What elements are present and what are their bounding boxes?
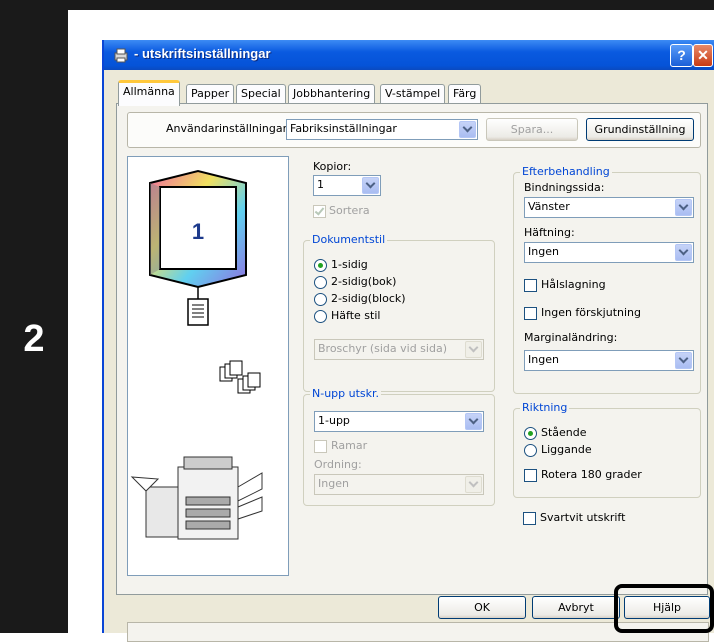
chevron-down-icon — [675, 244, 692, 261]
printer-preview-illustration: 1 — [130, 169, 263, 540]
chevron-down-icon — [465, 476, 482, 493]
ok-button[interactable]: OK — [438, 596, 526, 619]
margin-select[interactable]: Ingen — [524, 350, 694, 371]
border-checkbox[interactable] — [314, 440, 327, 453]
booklet-select[interactable]: Broschyr (sida vid sida) — [314, 339, 484, 360]
tab-v-stampel[interactable]: V-stämpel — [380, 84, 446, 103]
tab-papper[interactable]: Papper — [186, 84, 235, 103]
radio-hafte-stil[interactable] — [314, 310, 327, 323]
chevron-down-icon — [675, 352, 692, 369]
portrait-label: Stående — [541, 426, 587, 439]
title-bar[interactable]: - utskriftsinställningar ? ✕ — [104, 40, 714, 70]
preview-page-number: 1 — [192, 219, 204, 244]
chevron-down-icon — [675, 199, 692, 216]
step-number: 2 — [23, 318, 45, 360]
step-sidebar — [0, 0, 68, 633]
binding-label: Bindningssida: — [524, 181, 605, 194]
spin-arrows-icon[interactable] — [362, 177, 379, 194]
document-icon — [187, 298, 209, 326]
collate-checkbox[interactable] — [313, 205, 326, 218]
option-hafte-stil-label: Häfte stil — [331, 309, 381, 322]
close-button[interactable]: ✕ — [693, 44, 713, 67]
chevron-down-icon — [465, 413, 482, 430]
binding-value: Vänster — [528, 200, 570, 213]
staple-select[interactable]: Ingen — [524, 242, 694, 263]
n-up-value: 1-upp — [318, 414, 350, 427]
booklet-value: Broschyr (sida vid sida) — [318, 342, 447, 355]
document-style-title: Dokumentstil — [310, 233, 388, 246]
bw-print-checkbox[interactable] — [523, 512, 536, 525]
chevron-down-icon — [459, 121, 476, 138]
radio-portrait[interactable] — [524, 427, 537, 440]
copies-spinner[interactable]: 1 — [313, 175, 381, 196]
border-label: Ramar — [331, 439, 368, 452]
n-up-group: N-upp utskr. 1-upp Ramar Ordning: Ingen — [303, 387, 495, 506]
binding-select[interactable]: Vänster — [524, 197, 694, 218]
radio-2-sidig-bok[interactable] — [314, 276, 327, 289]
order-select[interactable]: Ingen — [314, 474, 484, 495]
save-button[interactable]: Spara... — [486, 118, 578, 141]
document-style-group: Dokumentstil 1-sidig 2-sidig(bok) 2-sidi… — [303, 233, 495, 392]
rotate-180-label: Rotera 180 grader — [541, 468, 642, 481]
option-2-sidig-block-label: 2-sidig(block) — [331, 292, 406, 305]
help-button-highlight — [614, 584, 714, 633]
bw-print-label: Svartvit utskrift — [540, 511, 626, 524]
no-offset-label: Ingen förskjutning — [541, 306, 641, 319]
window-title: - utskriftsinställningar — [134, 46, 271, 61]
margin-value: Ingen — [528, 353, 559, 366]
order-value: Ingen — [318, 477, 349, 490]
tab-special[interactable]: Special — [236, 84, 286, 103]
tab-jobbhantering[interactable]: Jobbhantering — [288, 84, 376, 103]
no-offset-checkbox[interactable] — [524, 307, 537, 320]
print-settings-dialog: - utskriftsinställningar ? ✕ Allmänna Pa… — [102, 40, 714, 642]
finishing-group: Efterbehandling Bindningssida: Vänster H… — [513, 165, 701, 394]
orientation-title: Riktning — [520, 401, 570, 414]
printer-machine-icon — [130, 456, 263, 540]
printer-icon — [114, 48, 128, 63]
collate-pages-icon — [219, 360, 261, 394]
n-up-select[interactable]: 1-upp — [314, 411, 484, 432]
defaults-button[interactable]: Grundinställning — [586, 118, 694, 141]
user-settings-label: Användarinställningar: — [166, 122, 291, 135]
collate-label: Sortera — [329, 204, 370, 217]
landscape-label: Liggande — [541, 443, 592, 456]
finishing-title: Efterbehandling — [520, 165, 612, 178]
chevron-down-icon — [465, 341, 482, 358]
option-2-sidig-bok-label: 2-sidig(bok) — [331, 275, 397, 288]
tab-panel: Användarinställningar: Fabriksinställnin… — [116, 103, 709, 642]
user-settings-select[interactable]: Fabriksinställningar — [286, 119, 478, 140]
frame-top-bar — [0, 0, 714, 10]
staple-value: Ingen — [528, 245, 559, 258]
user-settings-box: Användarinställningar: Fabriksinställnin… — [127, 112, 701, 148]
tab-allmanna[interactable]: Allmänna — [118, 80, 180, 106]
copies-label: Kopior: — [313, 160, 352, 173]
copies-value: 1 — [317, 178, 324, 191]
staple-label: Häftning: — [524, 226, 575, 239]
radio-landscape[interactable] — [524, 444, 537, 457]
order-label: Ordning: — [314, 458, 362, 471]
help-title-button[interactable]: ? — [670, 44, 693, 67]
rotate-180-checkbox[interactable] — [524, 469, 537, 482]
orientation-group: Riktning Stående Liggande Rotera 180 gra… — [513, 401, 701, 498]
preview-pane: 1 — [127, 156, 289, 576]
option-1-sidig-label: 1-sidig — [331, 258, 368, 271]
radio-1-sidig[interactable] — [314, 259, 327, 272]
cancel-button[interactable]: Avbryt — [532, 596, 620, 619]
user-settings-value: Fabriksinställningar — [290, 122, 397, 135]
punch-label: Hålslagning — [541, 278, 606, 291]
punch-checkbox[interactable] — [524, 279, 537, 292]
n-up-title: N-upp utskr. — [310, 387, 382, 400]
radio-2-sidig-block[interactable] — [314, 293, 327, 306]
tab-farg[interactable]: Färg — [448, 84, 482, 103]
margin-label: Marginaländring: — [524, 331, 618, 344]
